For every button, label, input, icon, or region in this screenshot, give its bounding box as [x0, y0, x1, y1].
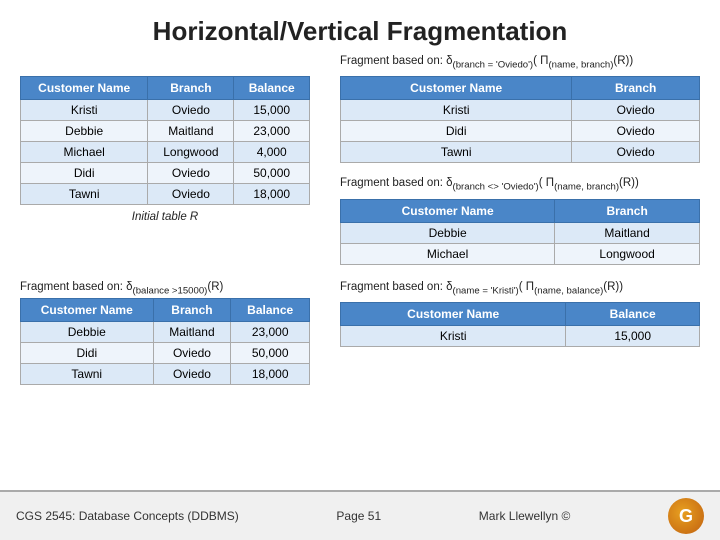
fragment3-table: Customer Name Branch Balance DebbieMaitl… [20, 298, 310, 385]
fragment2-header-name: Customer Name [341, 199, 555, 222]
fragment1-header-branch: Branch [572, 77, 700, 100]
fragment1-header-name: Customer Name [341, 77, 572, 100]
fragment3-header-branch: Branch [153, 298, 231, 321]
fragment4-table: Customer Name Balance Kristi15,000 [340, 302, 700, 347]
table-row: KristiOviedo15,000 [21, 100, 310, 121]
initial-table: Customer Name Branch Balance KristiOvied… [20, 76, 310, 205]
table-row: KristiOviedo [341, 100, 700, 121]
table-row: DidiOviedo50,000 [21, 342, 310, 363]
fragment4-header-name: Customer Name [341, 302, 566, 325]
fragment1-label: Fragment based on: δ(branch = 'Oviedo')(… [340, 55, 700, 70]
table-row: DebbieMaitland23,000 [21, 321, 310, 342]
initial-table-header-name: Customer Name [21, 77, 148, 100]
table-row: TawniOviedo18,000 [21, 363, 310, 384]
table-row: DidiOviedo50,000 [21, 163, 310, 184]
fragment2-table: Customer Name Branch DebbieMaitlandMicha… [340, 199, 700, 265]
fragment3-header-balance: Balance [231, 298, 310, 321]
initial-table-header-branch: Branch [148, 77, 234, 100]
fragment3-header-name: Customer Name [21, 298, 154, 321]
fragment2-label: Fragment based on: δ(branch <> 'Oviedo')… [340, 177, 700, 192]
footer-logo: G [668, 498, 704, 534]
initial-table-header-balance: Balance [234, 77, 310, 100]
table-row: DebbieMaitland23,000 [21, 121, 310, 142]
fragment4-label: Fragment based on: δ(name = 'Kristi')( Π… [340, 281, 700, 296]
initial-table-label: Initial table R [20, 211, 310, 223]
footer-left: CGS 2545: Database Concepts (DDBMS) [16, 509, 239, 523]
fragment2-header-branch: Branch [555, 199, 700, 222]
table-row: TawniOviedo18,000 [21, 184, 310, 205]
footer-center: Page 51 [336, 509, 381, 523]
table-row: MichaelLongwood [341, 243, 700, 264]
page-title: Horizontal/Vertical Fragmentation [0, 0, 720, 55]
table-row: DebbieMaitland [341, 222, 700, 243]
footer: CGS 2545: Database Concepts (DDBMS) Page… [0, 490, 720, 540]
fragment3-label: Fragment based on: δ(balance >15000)(R) [20, 281, 310, 296]
fragment1-table: Customer Name Branch KristiOviedoDidiOvi… [340, 76, 700, 163]
fragment4-header-balance: Balance [566, 302, 700, 325]
footer-right: Mark Llewellyn © [479, 509, 571, 523]
table-row: DidiOviedo [341, 121, 700, 142]
table-row: Kristi15,000 [341, 325, 700, 346]
table-row: TawniOviedo [341, 142, 700, 163]
table-row: MichaelLongwood4,000 [21, 142, 310, 163]
